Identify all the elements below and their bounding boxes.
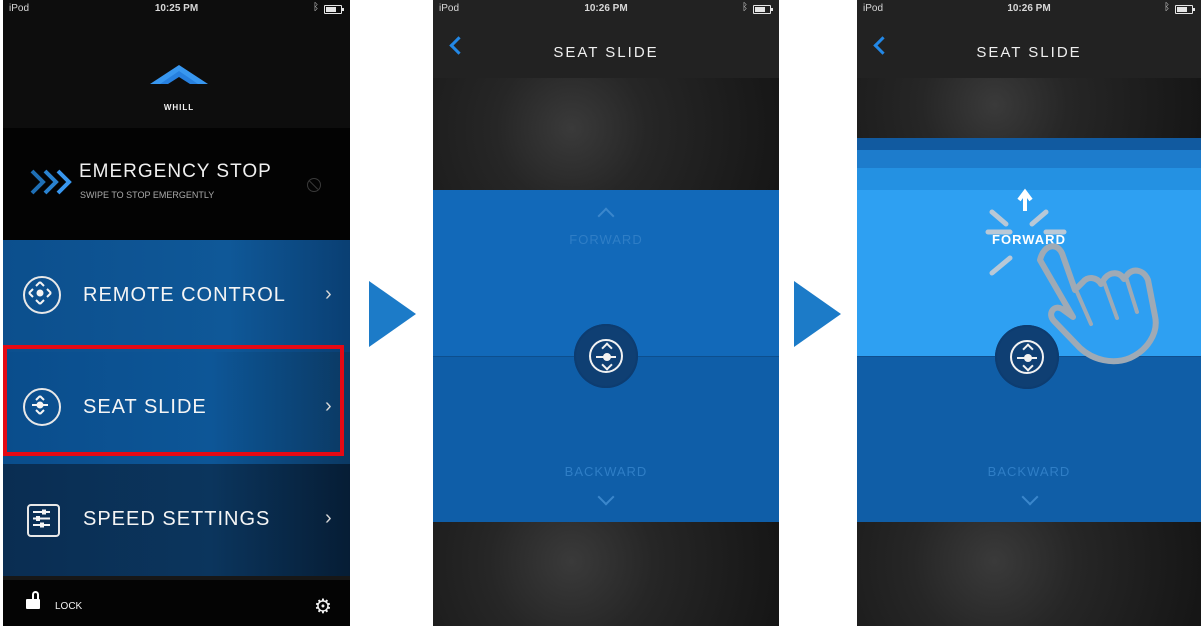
backward-label: BACKWARD xyxy=(987,464,1071,479)
forward-label: FORWARD xyxy=(569,232,643,247)
logo-text: WHILL xyxy=(163,103,195,112)
gear-icon[interactable]: ⚙ xyxy=(313,597,333,617)
play-triangle-icon xyxy=(369,281,416,347)
menu-item-remote-control[interactable]: REMOTE CONTROL › xyxy=(3,240,350,352)
upper-background xyxy=(433,78,779,190)
status-bar: iPod 10:26 PM ᛒ xyxy=(857,0,1201,18)
bottom-toolbar: LOCK ⚙ xyxy=(3,580,350,626)
prohibited-icon xyxy=(307,178,321,192)
remote-control-icon xyxy=(23,276,61,314)
menu-item-speed-settings[interactable]: SPEED SETTINGS › xyxy=(3,464,350,576)
status-time: 10:26 PM xyxy=(584,3,628,14)
emergency-stop-subtitle: SWIPE TO STOP EMERGENTLY xyxy=(80,190,215,200)
status-bar: iPod 10:26 PM ᛒ xyxy=(433,0,779,18)
double-chevron-right-icon xyxy=(30,169,72,195)
seat-slide-highlight xyxy=(3,345,344,456)
home-header: WHILL xyxy=(3,0,350,128)
seat-slide-screen: iPod 10:26 PM ᛒ SEAT SLIDE FORWARD BACKW… xyxy=(433,0,779,626)
seat-slide-forward-screen: iPod 10:26 PM ᛒ SEAT SLIDE FORWARD BACKW… xyxy=(857,0,1201,626)
lock-icon[interactable] xyxy=(26,591,40,609)
seat-slide-control-knob[interactable] xyxy=(574,324,638,388)
backward-label: BACKWARD xyxy=(564,464,648,479)
play-triangle-icon xyxy=(794,281,841,347)
whill-logo xyxy=(150,65,208,84)
speed-settings-icon xyxy=(27,504,60,537)
lock-label[interactable]: LOCK xyxy=(55,601,82,612)
motion-stripe xyxy=(857,138,1201,150)
status-time: 10:26 PM xyxy=(1007,3,1051,14)
motion-stripe xyxy=(857,150,1201,168)
screen-title: SEAT SLIDE xyxy=(553,44,659,61)
upper-background xyxy=(857,78,1201,138)
chevron-right-icon: › xyxy=(325,283,332,305)
stage: iPod 10:25 PM ᛒ WHILL EMERGENCY STOP SWI… xyxy=(0,0,1201,626)
battery-icon xyxy=(324,5,344,14)
remote-control-label: REMOTE CONTROL xyxy=(83,284,286,306)
status-bar: iPod 10:25 PM ᛒ xyxy=(3,0,350,18)
remote-control-glyph xyxy=(28,281,52,305)
screen-title: SEAT SLIDE xyxy=(976,44,1082,61)
motion-stripe xyxy=(857,168,1201,190)
lower-background xyxy=(857,522,1201,626)
lower-background xyxy=(433,522,779,626)
emergency-stop-title: EMERGENCY STOP xyxy=(79,161,272,182)
status-time: 10:25 PM xyxy=(154,3,199,14)
bluetooth-icon: ᛒ xyxy=(742,2,748,13)
home-screen: iPod 10:25 PM ᛒ WHILL EMERGENCY STOP SWI… xyxy=(3,0,350,626)
emergency-stop-slider[interactable]: EMERGENCY STOP SWIPE TO STOP EMERGENTLY xyxy=(3,128,350,240)
tap-hand-icon xyxy=(985,188,1159,365)
bluetooth-icon: ᛒ xyxy=(1164,2,1170,13)
chevron-right-icon: › xyxy=(325,507,332,529)
battery-icon xyxy=(753,5,773,14)
speed-settings-label: SPEED SETTINGS xyxy=(83,508,271,530)
battery-icon xyxy=(1175,5,1195,14)
bluetooth-icon: ᛒ xyxy=(313,2,319,13)
sliders-glyph xyxy=(33,509,50,528)
